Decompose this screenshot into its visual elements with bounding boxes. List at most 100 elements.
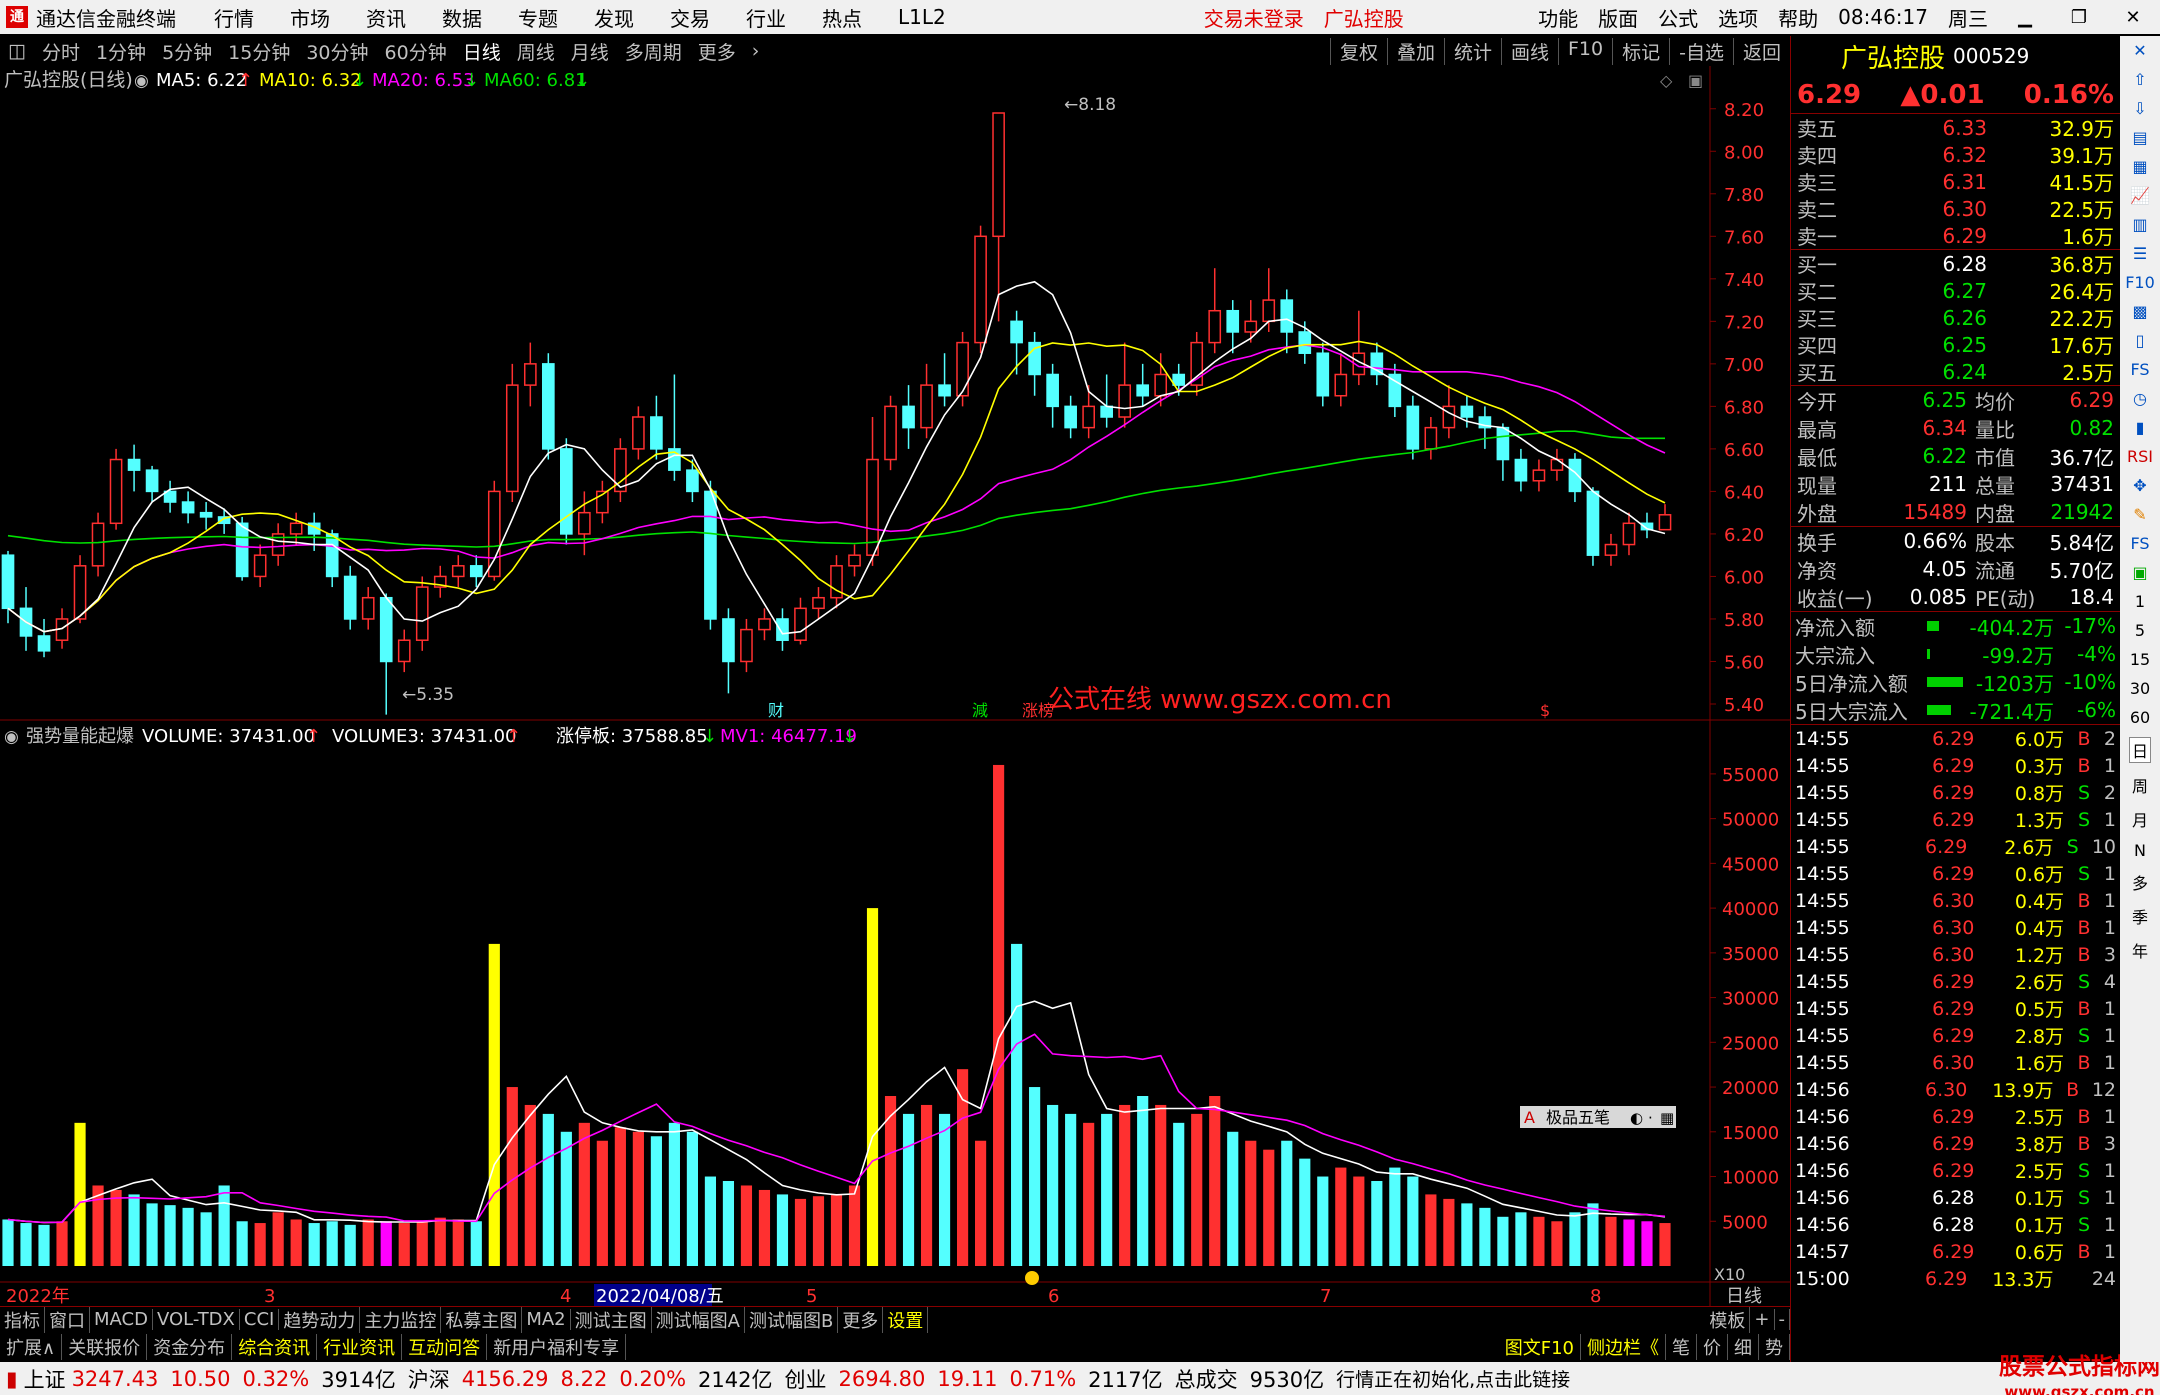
candle-body[interactable]	[1280, 299, 1294, 333]
candle-body[interactable]	[704, 490, 717, 620]
volume-bar[interactable]	[722, 1181, 735, 1266]
candle-body[interactable]	[1604, 543, 1618, 556]
ime-a-icon[interactable]: A	[1524, 1108, 1535, 1127]
candle-body[interactable]	[1082, 405, 1095, 429]
tab-new-user[interactable]: 新用户福利专享	[487, 1334, 627, 1360]
candle-body[interactable]	[884, 405, 897, 461]
tab-ceshi-futu-a[interactable]: 测试幅图A	[652, 1306, 745, 1333]
chart-small-icon[interactable]: ▣	[2132, 563, 2147, 582]
keyboard-icon[interactable]: ▦	[1660, 1109, 1674, 1127]
candle-body[interactable]	[37, 635, 51, 652]
volume-bar[interactable]	[1461, 1203, 1473, 1266]
period-year[interactable]: 年	[2132, 938, 2148, 962]
candle-body[interactable]	[740, 628, 753, 663]
tool-tongji[interactable]: 统计	[1443, 37, 1501, 65]
period-tab-more[interactable]: 更多	[698, 38, 736, 65]
period-60[interactable]: 60	[2130, 708, 2150, 727]
volume-bar[interactable]	[362, 1219, 374, 1266]
volume-bar[interactable]	[218, 1185, 230, 1266]
candle-body[interactable]	[794, 607, 807, 641]
move-icon[interactable]: ✥	[2133, 476, 2146, 495]
period-week[interactable]: 周	[2132, 773, 2148, 797]
status-message[interactable]: 行情正在初始化,点击此链接	[1336, 1365, 1570, 1392]
volume-bar[interactable]	[1335, 1167, 1347, 1266]
pen-icon[interactable]: ✎	[2133, 505, 2146, 524]
period-n[interactable]: N	[2134, 841, 2146, 860]
volume-bar[interactable]	[1281, 1140, 1293, 1266]
tick-list[interactable]: 14:55 6.29 6.0万 B 2 14:55 6.29 0.3万 B 1 14:55 6.29 0…	[1791, 725, 2120, 1292]
tab-qushi[interactable]: 趋势动力	[279, 1306, 361, 1333]
period-tab-60min[interactable]: 60分钟	[385, 38, 447, 65]
volume-bar[interactable]	[398, 1223, 410, 1266]
volume-bar[interactable]	[614, 1127, 626, 1266]
restore-icon[interactable]: ❐	[2062, 7, 2096, 28]
volume-bar[interactable]	[20, 1223, 32, 1266]
volume-bar[interactable]	[975, 1140, 987, 1266]
candle-body[interactable]	[1514, 458, 1528, 482]
volume-bar[interactable]	[1263, 1149, 1275, 1266]
volume-bar[interactable]	[470, 1221, 482, 1266]
menu-item-jiaoyi[interactable]: 交易	[670, 3, 710, 32]
close-icon[interactable]: ✕	[2116, 7, 2150, 28]
candle-body[interactable]	[451, 565, 465, 578]
tab-template[interactable]: 模板	[1705, 1306, 1751, 1333]
marker-dollar[interactable]: $	[1540, 701, 1550, 720]
tab-remove[interactable]: -	[1775, 1309, 1790, 1330]
marker-cai[interactable]: 财	[768, 701, 784, 720]
grid-icon[interactable]: ▩	[2132, 302, 2147, 321]
clock-icon[interactable]: ◷	[2133, 389, 2147, 408]
candle-body[interactable]	[1136, 384, 1150, 397]
arrow-down-icon[interactable]: ⇩	[2133, 99, 2146, 118]
tab-zhibiao[interactable]: 指标	[0, 1306, 45, 1333]
bar-icon[interactable]: ▮	[2136, 418, 2145, 437]
period-month[interactable]: 月	[2132, 807, 2148, 831]
line-chart-icon[interactable]: 📈	[2130, 186, 2150, 205]
menu-item-shuju[interactable]: 数据	[442, 3, 482, 32]
candle-body[interactable]	[91, 522, 105, 567]
volume-bar[interactable]	[1533, 1216, 1545, 1266]
volume-bar[interactable]	[830, 1194, 843, 1266]
close-panel-icon[interactable]: ✕	[2133, 41, 2146, 60]
candle-body[interactable]	[1172, 373, 1186, 386]
candle-body[interactable]	[1154, 373, 1168, 397]
tab-ceshi-futu-b[interactable]: 测试幅图B	[745, 1306, 839, 1333]
rsi-icon[interactable]: RSI	[2127, 447, 2153, 466]
candle-body[interactable]	[758, 618, 771, 631]
tab-ceshi-zhutu[interactable]: 测试主图	[571, 1306, 652, 1333]
volume-bar[interactable]	[1479, 1207, 1491, 1266]
dot-icon[interactable]: ·	[1648, 1109, 1653, 1127]
bid-row[interactable]: 买二 6.27 26.4万	[1791, 277, 2120, 305]
volume-bar[interactable]	[1497, 1216, 1509, 1266]
volume-bar[interactable]	[1317, 1176, 1329, 1266]
volume-bar[interactable]	[272, 1212, 284, 1266]
volume-bar[interactable]	[1065, 1113, 1077, 1266]
candle-body[interactable]	[1460, 405, 1474, 418]
candle-body[interactable]	[253, 554, 267, 578]
menu-item-zixun[interactable]: 资讯	[366, 3, 406, 32]
volume-bar[interactable]	[758, 1189, 771, 1266]
bid-row[interactable]: 买四 6.25 17.6万	[1791, 331, 2120, 359]
tool-back[interactable]: 返回	[1732, 37, 1790, 65]
candle-body[interactable]	[181, 501, 195, 514]
volume-bar[interactable]	[1353, 1176, 1365, 1266]
menu-item-hangye[interactable]: 行业	[746, 3, 786, 32]
tool-f10[interactable]: F10	[1558, 37, 1612, 65]
candle-body[interactable]	[235, 522, 249, 578]
tab-settings[interactable]: 设置	[883, 1306, 929, 1333]
period-30[interactable]: 30	[2130, 679, 2150, 698]
volume-bar[interactable]	[74, 1122, 86, 1266]
tab-simu[interactable]: 私募主图	[441, 1306, 523, 1333]
candle-body[interactable]	[776, 618, 789, 641]
candle-body[interactable]	[938, 384, 951, 397]
candle-body[interactable]	[578, 511, 591, 535]
table-icon[interactable]: ▦	[2132, 157, 2147, 176]
period-5[interactable]: 5	[2135, 621, 2145, 640]
candle-body[interactable]	[722, 618, 735, 663]
period-15[interactable]: 15	[2130, 650, 2150, 669]
tab-xi[interactable]: 细	[1728, 1334, 1759, 1360]
f10-icon[interactable]: F10	[2125, 273, 2155, 292]
menu-item-faxian[interactable]: 发现	[594, 3, 634, 32]
volume-bar[interactable]	[56, 1221, 68, 1266]
volume-bar[interactable]	[254, 1223, 266, 1266]
volume-bar[interactable]	[1029, 1087, 1041, 1266]
